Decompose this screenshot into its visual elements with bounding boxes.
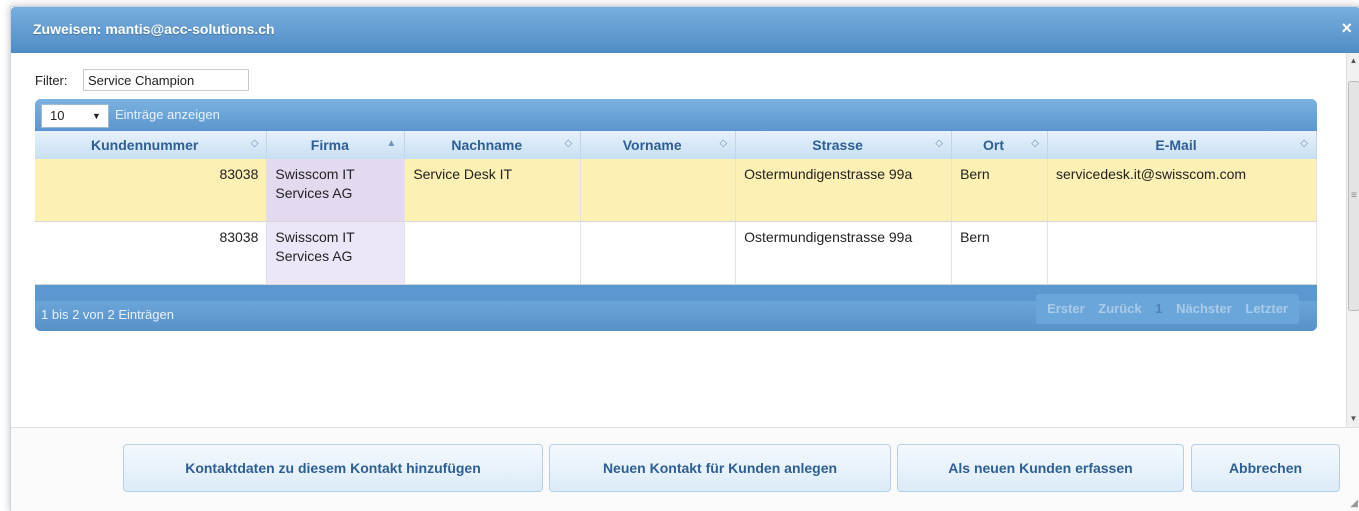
sort-icon: ◇ (719, 138, 728, 149)
scroll-thumb[interactable]: ≡ (1348, 81, 1359, 311)
new-contact-button[interactable]: Neuen Kontakt für Kunden anlegen (549, 444, 891, 492)
column-label: Ort (983, 137, 1005, 153)
resize-grip-icon[interactable]: ◢ (1350, 498, 1358, 509)
column-header-firma[interactable]: Firma ▲ (266, 131, 406, 159)
cell-firma: Swisscom IT Services AG (266, 221, 406, 285)
cell-strasse: Ostermundigenstrasse 99a (735, 221, 953, 285)
page-size-value: 10 (50, 108, 65, 123)
grip-icon: ≡ (1351, 190, 1357, 201)
sort-icon: ◇ (250, 138, 259, 149)
add-contact-data-button[interactable]: Kontaktdaten zu diesem Kontakt hinzufüge… (123, 444, 543, 492)
column-label: Firma (310, 137, 349, 153)
table-info: 1 bis 2 von 2 Einträgen (41, 307, 174, 322)
dialog-footer: Kontaktdaten zu diesem Kontakt hinzufüge… (11, 427, 1359, 511)
table-row[interactable]: 83038 Swisscom IT Services AG Service De… (35, 159, 1317, 222)
dialog-titlebar[interactable]: Zuweisen: mantis@acc-solutions.ch × (11, 7, 1359, 53)
table-row[interactable]: 83038 Swisscom IT Services AG Ostermundi… (35, 221, 1317, 285)
column-label: E-Mail (1155, 137, 1197, 153)
cancel-button[interactable]: Abbrechen (1191, 444, 1340, 492)
sort-icon: ◇ (1031, 138, 1039, 149)
pager-current-page[interactable]: 1 (1155, 301, 1162, 316)
sort-ascending-icon: ▲ (386, 138, 397, 149)
filter-input[interactable] (83, 69, 249, 91)
filter-label: Filter: (35, 73, 68, 88)
entries-label: Einträge anzeigen (115, 107, 220, 122)
table-bottom-bar: 1 bis 2 von 2 Einträgen Erster Zurück 1 … (35, 294, 1317, 331)
customer-table-panel: 10 ▼ Einträge anzeigen Kundennummer ◇ Fir… (35, 99, 1317, 331)
cell-firma: Swisscom IT Services AG (266, 159, 406, 222)
close-icon[interactable]: × (1341, 18, 1352, 39)
cell-ort: Bern (951, 221, 1048, 285)
column-header-kundennummer[interactable]: Kundennummer ◇ (35, 131, 268, 159)
cell-ort: Bern (951, 159, 1048, 222)
pager-next[interactable]: Nächster (1176, 301, 1232, 316)
cell-email (1047, 221, 1317, 285)
scroll-up-arrow-icon[interactable]: ▲ (1347, 53, 1359, 69)
pager-prev[interactable]: Zurück (1098, 301, 1141, 316)
column-header-vorname[interactable]: Vorname ◇ (580, 131, 737, 159)
cell-vorname (580, 221, 737, 285)
column-label: Vorname (622, 137, 682, 153)
chevron-down-icon: ▼ (92, 111, 101, 121)
cell-vorname (580, 159, 737, 222)
pagination: Erster Zurück 1 Nächster Letzter (1036, 294, 1299, 324)
dialog-title: Zuweisen: mantis@acc-solutions.ch (33, 21, 275, 37)
assign-dialog: Zuweisen: mantis@acc-solutions.ch × Filt… (10, 6, 1359, 511)
customer-table: Kundennummer ◇ Firma ▲ Nachname ◇ Vorname ◇ … (35, 131, 1317, 285)
sort-icon: ◇ (564, 138, 573, 149)
table-header-row: Kundennummer ◇ Firma ▲ Nachname ◇ Vorname ◇ … (35, 131, 1317, 159)
dialog-content: Filter: 10 ▼ Einträge anzeigen Kundennum… (11, 53, 1347, 427)
cell-kundennummer: 83038 (35, 159, 268, 222)
column-label: Kundennummer (91, 137, 199, 153)
scroll-down-arrow-icon[interactable]: ▼ (1347, 411, 1359, 427)
new-customer-button[interactable]: Als neuen Kunden erfassen (897, 444, 1184, 492)
column-header-email[interactable]: E-Mail ◇ (1047, 131, 1317, 159)
column-header-ort[interactable]: Ort ◇ (951, 131, 1048, 159)
pager-first[interactable]: Erster (1047, 301, 1085, 316)
table-top-bar: 10 ▼ Einträge anzeigen (35, 99, 1317, 131)
cell-nachname: Service Desk IT (404, 159, 582, 222)
column-header-nachname[interactable]: Nachname ◇ (404, 131, 582, 159)
cell-strasse: Ostermundigenstrasse 99a (735, 159, 953, 222)
column-label: Strasse (812, 137, 863, 153)
sort-icon: ◇ (935, 138, 944, 149)
cell-nachname (404, 221, 582, 285)
column-label: Nachname (451, 137, 523, 153)
cell-email: servicedesk.it@swisscom.com (1047, 159, 1317, 222)
column-header-strasse[interactable]: Strasse ◇ (735, 131, 953, 159)
pager-last[interactable]: Letzter (1245, 301, 1288, 316)
sort-icon: ◇ (1300, 138, 1308, 149)
cell-kundennummer: 83038 (35, 221, 268, 285)
page-size-select[interactable]: 10 ▼ (41, 104, 109, 128)
content-scrollbar[interactable]: ▲ ≡ ▼ (1346, 53, 1359, 427)
